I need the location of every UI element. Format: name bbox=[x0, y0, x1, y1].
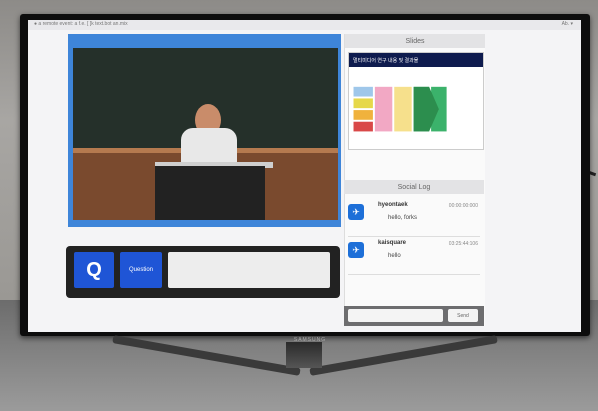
q-button[interactable]: Q bbox=[74, 252, 114, 288]
slide-thumbnail[interactable]: 멀티미디어 연구 내용 및 결과물 bbox=[348, 52, 484, 150]
log-user: hyeontaek bbox=[378, 202, 408, 208]
twitter-icon: ✈ bbox=[348, 204, 364, 220]
browser-menu[interactable]: Ab. ▾ bbox=[562, 21, 573, 27]
list-item: ✈ hyeontaek 00:00:00:000 hello, forks bbox=[348, 200, 480, 237]
browser-bar: ● a remote event: a f.e. [ ]k text.bot a… bbox=[28, 20, 581, 30]
lecture-video[interactable] bbox=[73, 48, 338, 220]
social-log-header: Social Log bbox=[344, 180, 484, 194]
question-input[interactable] bbox=[168, 252, 330, 288]
list-item: ✈ kaisquare 03:25:44:106 hello bbox=[348, 238, 480, 275]
slide-diagram bbox=[353, 86, 447, 132]
question-button[interactable]: Question bbox=[120, 252, 162, 288]
browser-title: ● a remote event: a f.e. [ ]k text.bot a… bbox=[34, 21, 128, 27]
log-time: 03:25:44:106 bbox=[448, 241, 478, 247]
slides-header: Slides bbox=[345, 34, 485, 48]
log-user: kaisquare bbox=[378, 240, 407, 246]
podium bbox=[155, 166, 265, 220]
send-button[interactable]: Send bbox=[448, 309, 478, 322]
log-time: 00:00:00:000 bbox=[448, 203, 478, 209]
log-message: hello bbox=[388, 253, 401, 259]
tv-brand-logo: SAMSUNG bbox=[293, 337, 327, 343]
twitter-icon: ✈ bbox=[348, 242, 364, 258]
slide-title: 멀티미디어 연구 내용 및 결과물 bbox=[349, 53, 483, 67]
tv-stand-neck bbox=[286, 342, 322, 368]
log-message: hello, forks bbox=[388, 215, 418, 221]
tv-screen: ● a remote event: a f.e. [ ]k text.bot a… bbox=[28, 20, 581, 332]
chat-input[interactable] bbox=[348, 309, 443, 322]
